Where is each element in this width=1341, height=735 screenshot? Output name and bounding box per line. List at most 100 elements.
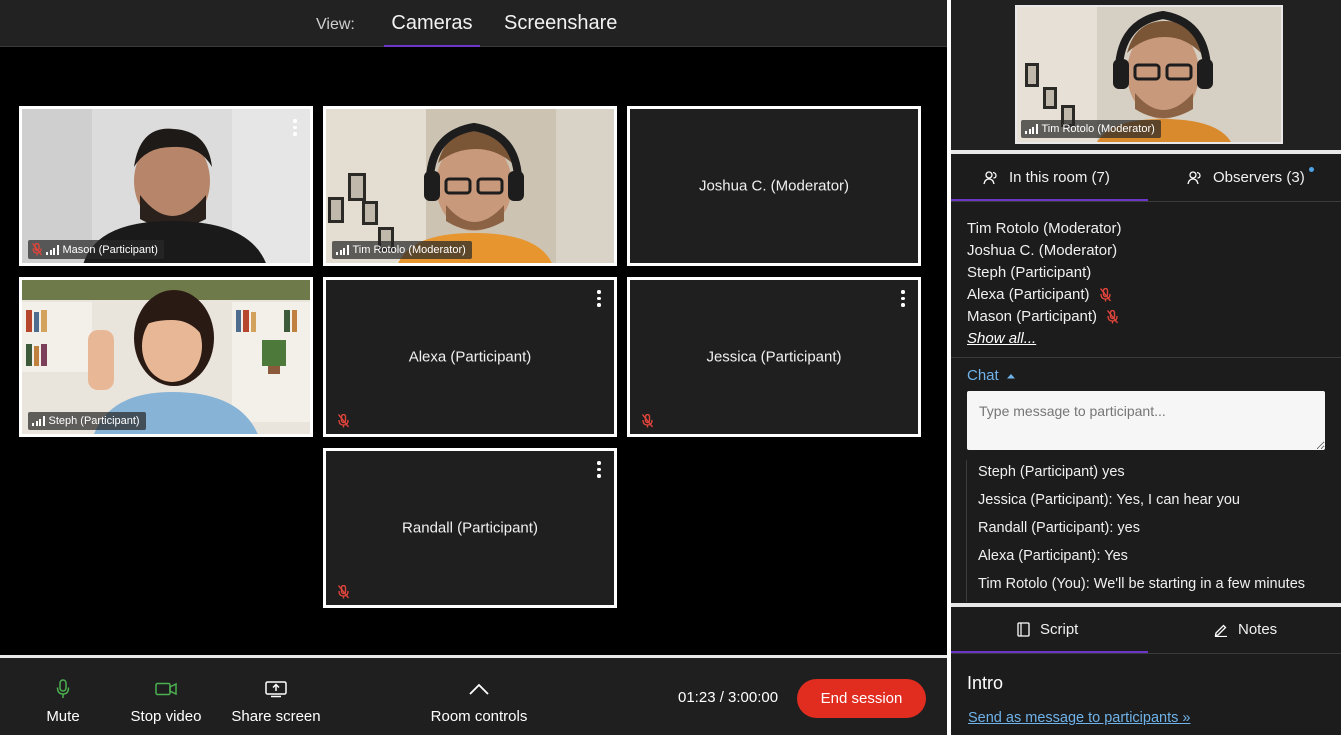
- tile-menu-icon[interactable]: [292, 119, 298, 139]
- in-room-label: In this room (7): [1009, 169, 1110, 186]
- notification-dot: [1309, 167, 1314, 172]
- divider: [951, 357, 1341, 358]
- chat-message: Alexa (Participant): Yes: [978, 548, 1128, 564]
- participant-row: Joshua C. (Moderator): [967, 240, 1121, 262]
- share-screen-label: Share screen: [231, 708, 321, 725]
- chat-log[interactable]: Steph (Participant) yes Jessica (Partici…: [966, 460, 1326, 602]
- muted-mic-icon: [1107, 310, 1119, 324]
- participant-name: Joshua C. (Moderator): [967, 242, 1118, 259]
- tab-notes[interactable]: Notes: [1214, 621, 1277, 638]
- people-icon: [1187, 170, 1201, 184]
- video-tile-steph[interactable]: Steph (Participant): [19, 277, 313, 437]
- chat-header: Chat: [967, 367, 999, 384]
- share-screen-icon: [265, 681, 287, 698]
- divider: [951, 603, 1341, 607]
- tile-name-label: Steph (Participant): [28, 412, 146, 430]
- tile-name: Tim Rotolo (Moderator): [352, 244, 466, 256]
- tile-name: Randall (Participant): [402, 519, 538, 537]
- self-view-area: Tim Rotolo (Moderator): [951, 0, 1341, 150]
- participant-name: Tim Rotolo (Moderator): [967, 220, 1122, 237]
- tile-name: Mason (Participant): [62, 243, 158, 256]
- participant-row: Tim Rotolo (Moderator): [967, 218, 1121, 240]
- script-section-title: Intro: [967, 673, 1004, 693]
- video-stage: View: Cameras Screenshare Mason (Partici…: [0, 0, 947, 735]
- side-panel: Tim Rotolo (Moderator) In this room (7) …: [951, 0, 1341, 735]
- tab-screenshare[interactable]: Screenshare: [504, 12, 617, 47]
- active-tab-indicator: [951, 651, 1148, 653]
- caret-up-icon: [1006, 373, 1015, 378]
- muted-mic-icon: [32, 243, 42, 256]
- room-controls-label: Room controls: [430, 708, 528, 725]
- notes-tab-label: Notes: [1238, 621, 1278, 638]
- signal-icon: [32, 416, 45, 426]
- observers-label: Observers (3): [1213, 169, 1305, 186]
- video-tile-alexa[interactable]: Alexa (Participant): [323, 277, 617, 437]
- muted-mic-icon: [338, 585, 349, 599]
- view-label: View:: [316, 16, 355, 33]
- signal-icon: [336, 245, 349, 255]
- tab-observers[interactable]: Observers (3): [1187, 169, 1305, 186]
- participant-row: Steph (Participant): [967, 262, 1121, 284]
- tile-name: Jessica (Participant): [706, 348, 842, 366]
- chat-message: Randall (Participant): yes: [978, 520, 1140, 536]
- muted-mic-icon: [1099, 288, 1111, 302]
- session-timer: 01:23 / 3:00:00: [678, 689, 779, 706]
- video-tile-joshua[interactable]: Joshua C. (Moderator): [627, 106, 921, 266]
- view-bar: View: Cameras Screenshare: [0, 0, 947, 47]
- video-tile-jessica[interactable]: Jessica (Participant): [627, 277, 921, 437]
- book-icon: [1017, 622, 1030, 637]
- self-view-name: Tim Rotolo (Moderator): [1041, 123, 1155, 135]
- pencil-icon: [1214, 624, 1227, 637]
- share-screen-button[interactable]: Share screen: [229, 678, 323, 725]
- script-notes-tabs: Script Notes: [951, 608, 1341, 654]
- tab-cameras[interactable]: Cameras: [384, 12, 480, 47]
- self-view-label: Tim Rotolo (Moderator): [1021, 120, 1161, 138]
- video-camera-icon: [155, 682, 177, 696]
- chat-message: Steph (Participant) yes: [978, 464, 1125, 480]
- signal-icon: [1025, 124, 1038, 134]
- tile-name-label: Tim Rotolo (Moderator): [332, 241, 472, 259]
- video-tile-tim-rotolo[interactable]: Tim Rotolo (Moderator): [323, 106, 617, 266]
- participant-row: Alexa (Participant): [967, 284, 1121, 306]
- send-as-message-link[interactable]: Send as message to participants »: [968, 710, 1190, 726]
- tile-name-label: Mason (Participant): [28, 240, 164, 259]
- participant-name: Steph (Participant): [967, 264, 1092, 281]
- muted-mic-icon: [642, 414, 653, 428]
- self-view-video[interactable]: Tim Rotolo (Moderator): [1015, 5, 1283, 144]
- chat-message: Jessica (Participant): Yes, I can hear y…: [978, 492, 1240, 508]
- room-controls-button[interactable]: Room controls: [427, 678, 531, 725]
- participant-row: Mason (Participant): [967, 306, 1121, 328]
- tile-menu-icon[interactable]: [596, 290, 602, 310]
- video-tile-mason[interactable]: Mason (Participant): [19, 106, 313, 266]
- tab-script[interactable]: Script: [1017, 621, 1078, 638]
- tile-name: Alexa (Participant): [408, 348, 532, 366]
- participant-name: Alexa (Participant): [967, 286, 1090, 303]
- end-session-button[interactable]: End session: [797, 679, 926, 718]
- participant-list: Tim Rotolo (Moderator) Joshua C. (Modera…: [967, 218, 1121, 350]
- tile-name: Joshua C. (Moderator): [698, 177, 850, 195]
- mute-button[interactable]: Mute: [42, 678, 84, 725]
- participant-name: Mason (Participant): [967, 308, 1098, 325]
- chat-toggle[interactable]: Chat: [967, 367, 1015, 384]
- divider: [951, 150, 1341, 154]
- stop-video-label: Stop video: [130, 708, 202, 725]
- tile-menu-icon[interactable]: [596, 461, 602, 481]
- microphone-icon: [56, 679, 70, 698]
- tile-menu-icon[interactable]: [900, 290, 906, 310]
- mute-label: Mute: [46, 708, 80, 725]
- tab-in-this-room[interactable]: In this room (7): [983, 169, 1110, 186]
- signal-icon: [46, 244, 59, 255]
- people-icon: [983, 170, 997, 184]
- video-tile-randall[interactable]: Randall (Participant): [323, 448, 617, 608]
- active-tab-indicator: [951, 199, 1148, 201]
- muted-mic-icon: [338, 414, 349, 428]
- chat-message: Tim Rotolo (You): We'll be starting in a…: [978, 576, 1306, 592]
- room-tabs: In this room (7) Observers (3): [951, 155, 1341, 202]
- script-tab-label: Script: [1040, 621, 1079, 638]
- show-all-link[interactable]: Show all...: [967, 328, 1036, 350]
- tile-name: Steph (Participant): [48, 415, 140, 427]
- control-bar: Mute Stop video Share screen Room contro…: [0, 655, 947, 735]
- chat-message-input[interactable]: [967, 391, 1325, 450]
- chevron-up-icon: [469, 683, 489, 695]
- stop-video-button[interactable]: Stop video: [128, 678, 204, 725]
